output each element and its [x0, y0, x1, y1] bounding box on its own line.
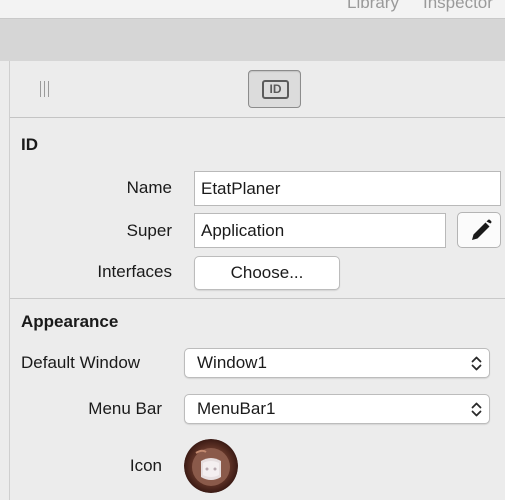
super-field[interactable]: Application [194, 213, 446, 248]
name-label: Name [126, 178, 172, 197]
tab-id[interactable]: ID [248, 70, 301, 108]
app-icon-thumbnail [184, 439, 238, 493]
section-divider [10, 298, 505, 299]
appearance-section-title: Appearance [21, 312, 119, 331]
popup-chevron-icon [471, 402, 482, 417]
choose-interfaces-button[interactable]: Choose... [194, 256, 340, 290]
name-field[interactable]: EtatPlaner [194, 171, 501, 206]
inspector-button[interactable]: Inspector [423, 0, 493, 13]
toolbar-band [0, 18, 505, 62]
grip-handle-icon[interactable] [39, 81, 51, 97]
default-window-popup[interactable]: Window1 [184, 348, 490, 378]
pencil-icon [472, 219, 492, 240]
default-window-value: Window1 [197, 353, 267, 372]
top-toolbar: Library Inspector [0, 0, 505, 18]
inspector-tab-bar: ID [10, 61, 505, 118]
menu-bar-label: Menu Bar [88, 399, 162, 418]
super-label: Super [126, 221, 172, 240]
popup-chevron-icon [471, 356, 482, 371]
id-card-icon: ID [262, 80, 289, 99]
inspector-window: Library Inspector ID ID Name EtatPlaner … [0, 0, 505, 500]
default-window-label: Default Window [21, 353, 141, 372]
edit-super-button[interactable] [457, 212, 501, 248]
icon-label: Icon [129, 456, 162, 475]
menu-bar-value: MenuBar1 [197, 399, 276, 418]
app-icon-well[interactable] [184, 439, 238, 493]
interfaces-label: Interfaces [97, 262, 172, 281]
panel-divider[interactable] [9, 61, 10, 500]
id-section-title: ID [21, 135, 38, 154]
menu-bar-popup[interactable]: MenuBar1 [184, 394, 490, 424]
library-button[interactable]: Library [347, 0, 399, 13]
